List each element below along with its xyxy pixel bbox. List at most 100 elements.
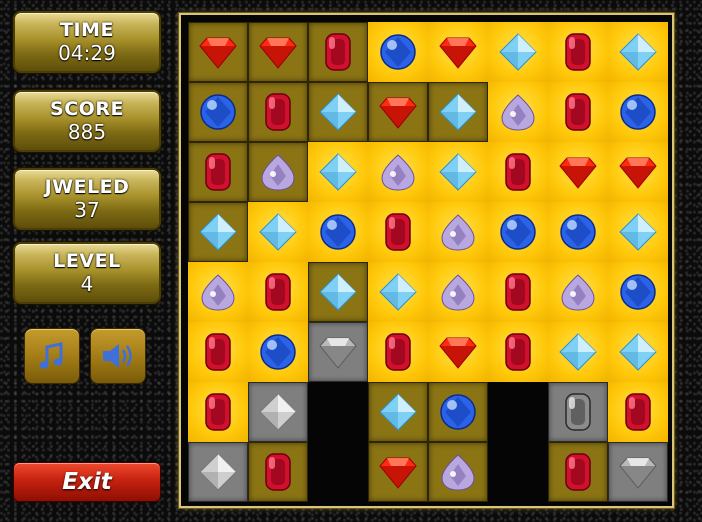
- ruby-gem-icon: [439, 337, 477, 369]
- board-cell[interactable]: [548, 82, 608, 142]
- board-cell[interactable]: [548, 442, 608, 502]
- garnet-gem-icon: [625, 393, 651, 431]
- garnet-gem-icon: [205, 153, 231, 191]
- board-cell[interactable]: [428, 442, 488, 502]
- garnet-gem-icon: [385, 213, 411, 251]
- board-cell[interactable]: [488, 322, 548, 382]
- board-cell[interactable]: [608, 442, 668, 502]
- diamond-gem-icon: [319, 273, 357, 311]
- diamond-gem-icon: [199, 213, 237, 251]
- board-cell[interactable]: [248, 142, 308, 202]
- level-panel: LEVEL 4: [13, 242, 161, 304]
- diamond-gem-icon: [319, 93, 357, 131]
- board-cell[interactable]: [548, 262, 608, 322]
- board-cell: [308, 382, 368, 442]
- time-panel: TIME 04:29: [13, 11, 161, 73]
- jeweled-label: JWELED: [44, 176, 130, 198]
- board-cell[interactable]: [368, 322, 428, 382]
- board-cell[interactable]: [428, 202, 488, 262]
- ruby-gem-icon: [619, 157, 657, 189]
- board-cell[interactable]: [608, 322, 668, 382]
- board-cell[interactable]: [188, 142, 248, 202]
- sapphire-gem-icon: [560, 214, 596, 250]
- board-cell[interactable]: [428, 82, 488, 142]
- board-cell[interactable]: [368, 142, 428, 202]
- music-toggle-button[interactable]: [24, 328, 80, 384]
- board-cell[interactable]: [428, 142, 488, 202]
- board-cell[interactable]: [548, 322, 608, 382]
- diamond-gem-icon: [319, 153, 357, 191]
- board-cell: [308, 442, 368, 502]
- board-cell[interactable]: [188, 202, 248, 262]
- sapphire-gem-icon: [440, 394, 476, 430]
- board-cell[interactable]: [188, 262, 248, 322]
- board-cell[interactable]: [608, 82, 668, 142]
- board-cell[interactable]: [308, 22, 368, 82]
- garnet-gem-icon: [385, 333, 411, 371]
- diamond-gem-icon: [619, 333, 657, 371]
- board-cell[interactable]: [248, 442, 308, 502]
- board-cell[interactable]: [608, 202, 668, 262]
- board-cell[interactable]: [548, 142, 608, 202]
- garnet-gem-icon: [325, 33, 351, 71]
- board-cell[interactable]: [248, 262, 308, 322]
- board-cell[interactable]: [308, 262, 368, 322]
- board-cell[interactable]: [188, 442, 248, 502]
- amethyst-gem-icon: [201, 274, 235, 311]
- board-cell[interactable]: [488, 202, 548, 262]
- board-cell[interactable]: [488, 82, 548, 142]
- board-cell[interactable]: [428, 382, 488, 442]
- gem-grid: [188, 22, 668, 502]
- board-cell[interactable]: [488, 142, 548, 202]
- ruby-gem-icon: [439, 37, 477, 69]
- board-cell[interactable]: [548, 382, 608, 442]
- board-cell[interactable]: [488, 22, 548, 82]
- board-cell[interactable]: [428, 262, 488, 322]
- diamond-gem-icon: [559, 333, 597, 371]
- board-cell[interactable]: [248, 22, 308, 82]
- board-cell[interactable]: [368, 202, 428, 262]
- board-cell[interactable]: [608, 262, 668, 322]
- garnet-gem-icon: [565, 453, 591, 491]
- garnet-gem-icon: [565, 33, 591, 71]
- board-cell[interactable]: [608, 382, 668, 442]
- ruby-gem-icon: [259, 37, 297, 69]
- board-cell[interactable]: [308, 322, 368, 382]
- game-board: [179, 13, 674, 508]
- board-cell[interactable]: [608, 142, 668, 202]
- board-cell[interactable]: [188, 82, 248, 142]
- board-cell[interactable]: [428, 22, 488, 82]
- time-value: 04:29: [58, 41, 116, 65]
- diamond-gem-icon: [619, 213, 657, 251]
- board-cell[interactable]: [368, 262, 428, 322]
- board-cell[interactable]: [488, 262, 548, 322]
- board-cell[interactable]: [428, 322, 488, 382]
- board-cell[interactable]: [188, 382, 248, 442]
- board-cell[interactable]: [248, 202, 308, 262]
- board-cell[interactable]: [548, 22, 608, 82]
- board-cell[interactable]: [248, 382, 308, 442]
- board-cell[interactable]: [308, 82, 368, 142]
- ruby-gem-icon: [379, 457, 417, 489]
- board-cell[interactable]: [368, 442, 428, 502]
- board-cell[interactable]: [248, 82, 308, 142]
- garnet-gem-icon: [265, 93, 291, 131]
- board-cell[interactable]: [368, 22, 428, 82]
- silver-diamond-gem-icon: [259, 393, 297, 431]
- board-cell[interactable]: [188, 322, 248, 382]
- diamond-gem-icon: [379, 393, 417, 431]
- board-cell[interactable]: [308, 142, 368, 202]
- garnet-gem-icon: [205, 393, 231, 431]
- sound-toggle-button[interactable]: [90, 328, 146, 384]
- amethyst-gem-icon: [441, 214, 475, 251]
- board-cell[interactable]: [608, 22, 668, 82]
- board-cell[interactable]: [548, 202, 608, 262]
- exit-button[interactable]: Exit: [13, 462, 161, 502]
- time-label: TIME: [60, 19, 114, 41]
- board-cell[interactable]: [308, 202, 368, 262]
- board-cell[interactable]: [368, 382, 428, 442]
- board-cell[interactable]: [188, 22, 248, 82]
- board-cell[interactable]: [368, 82, 428, 142]
- board-cell[interactable]: [248, 322, 308, 382]
- sapphire-gem-icon: [380, 34, 416, 70]
